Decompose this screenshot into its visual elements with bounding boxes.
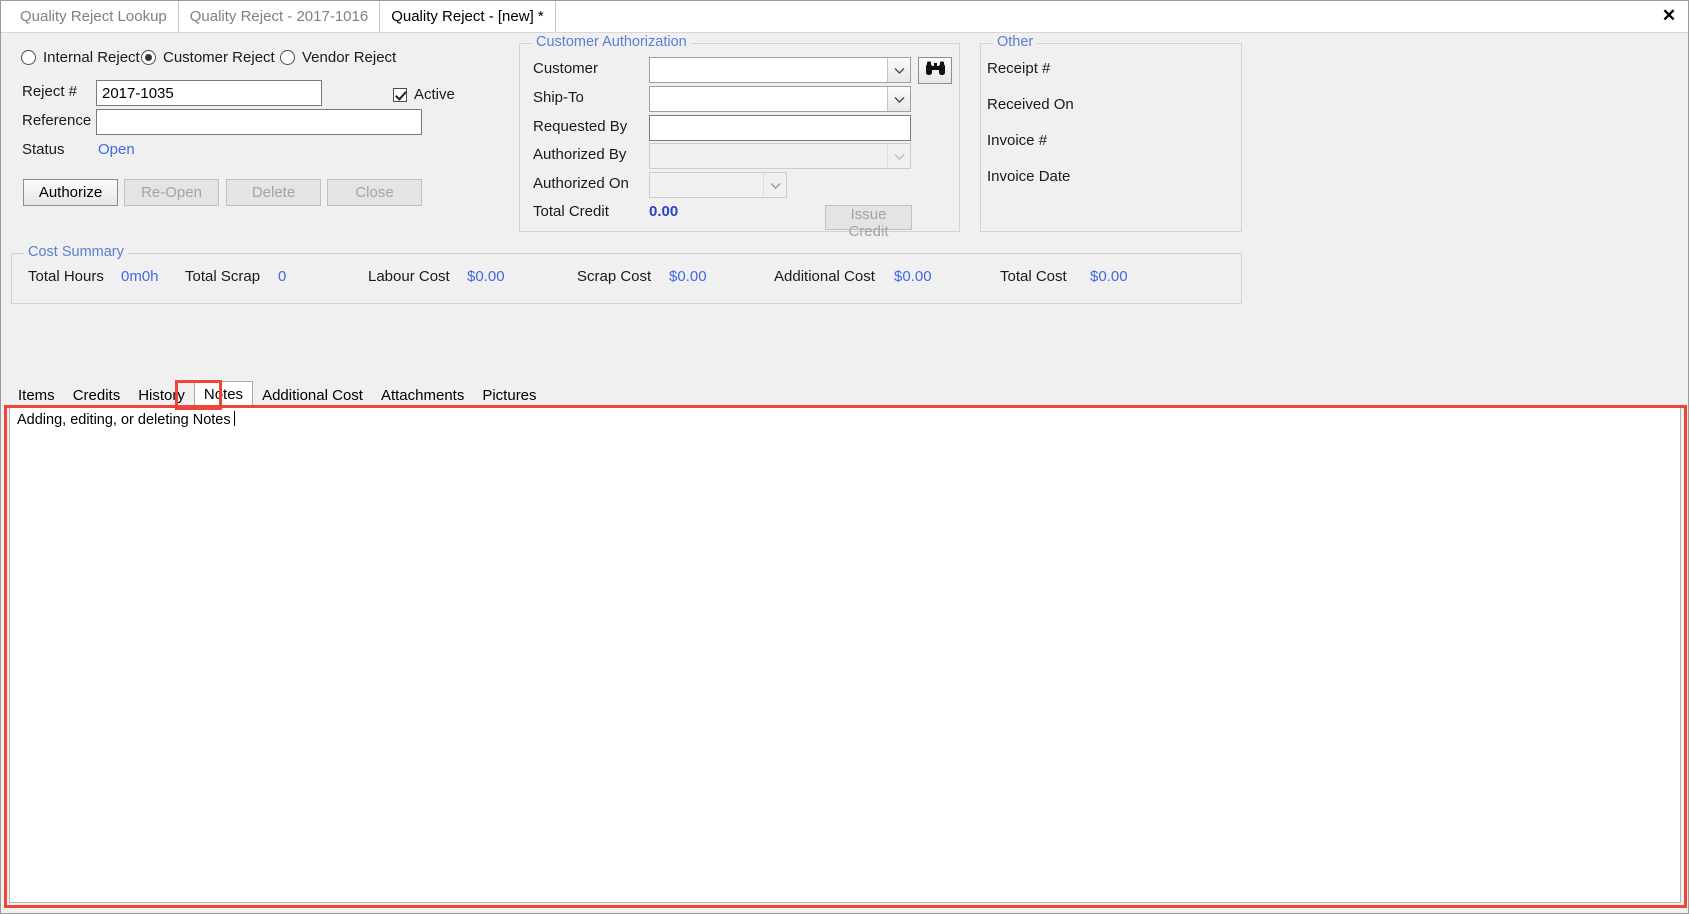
authorized-on-datepicker[interactable] bbox=[649, 172, 787, 198]
authorize-button[interactable]: Authorize bbox=[23, 179, 118, 206]
receipt-number-label: Receipt # bbox=[987, 60, 1051, 77]
received-on-label: Received On bbox=[987, 96, 1074, 113]
additional-cost-label: Additional Cost bbox=[774, 268, 875, 285]
radio-dot-icon bbox=[141, 50, 156, 65]
additional-cost-value: $0.00 bbox=[894, 268, 932, 285]
total-scrap-label: Total Scrap bbox=[185, 268, 261, 285]
invoice-number-label: Invoice # bbox=[987, 132, 1048, 149]
document-tab-bar: Quality Reject Lookup Quality Reject - 2… bbox=[1, 1, 1688, 33]
notes-text-value: Adding, editing, or deleting Notes bbox=[17, 412, 231, 428]
chevron-down-icon bbox=[887, 58, 910, 82]
labour-cost-label: Labour Cost bbox=[368, 268, 450, 285]
requested-by-label: Requested By bbox=[533, 118, 628, 135]
radio-label-vendor-reject: Vendor Reject bbox=[302, 49, 397, 66]
total-credit-label: Total Credit bbox=[533, 203, 609, 220]
document-tab-quality-reject-lookup[interactable]: Quality Reject Lookup bbox=[9, 1, 179, 32]
radio-internal-reject[interactable]: Internal Reject bbox=[21, 49, 140, 66]
ship-to-combobox[interactable] bbox=[649, 86, 911, 112]
document-tab-quality-reject-2017-1016[interactable]: Quality Reject - 2017-1016 bbox=[179, 1, 381, 32]
tab-credits[interactable]: Credits bbox=[64, 383, 130, 407]
tab-pictures[interactable]: Pictures bbox=[473, 383, 545, 407]
radio-dot-icon bbox=[280, 50, 295, 65]
authorized-by-combobox[interactable] bbox=[649, 143, 911, 169]
application-window: Quality Reject Lookup Quality Reject - 2… bbox=[0, 0, 1689, 914]
radio-customer-reject[interactable]: Customer Reject bbox=[141, 49, 275, 66]
chevron-down-icon bbox=[887, 144, 910, 168]
document-tab-quality-reject-new[interactable]: Quality Reject - [new] * bbox=[380, 1, 556, 32]
customer-combobox[interactable] bbox=[649, 57, 911, 83]
total-credit-value: 0.00 bbox=[649, 203, 679, 220]
customer-search-button[interactable] bbox=[918, 57, 952, 84]
total-cost-label: Total Cost bbox=[1000, 268, 1067, 285]
customer-label: Customer bbox=[533, 60, 599, 77]
radio-vendor-reject[interactable]: Vendor Reject bbox=[280, 49, 396, 66]
close-icon[interactable]: ✕ bbox=[1658, 5, 1680, 27]
radio-label-customer-reject: Customer Reject bbox=[163, 49, 275, 66]
detail-tab-control: Items Credits History Notes Additional C… bbox=[9, 381, 1681, 407]
scrap-cost-value: $0.00 bbox=[669, 268, 707, 285]
total-scrap-value: 0 bbox=[278, 268, 287, 285]
authorized-by-label: Authorized By bbox=[533, 146, 627, 163]
chevron-down-icon bbox=[763, 173, 786, 197]
authorized-on-label: Authorized On bbox=[533, 175, 629, 192]
delete-button[interactable]: Delete bbox=[226, 179, 321, 206]
scrap-cost-label: Scrap Cost bbox=[577, 268, 652, 285]
reopen-button[interactable]: Re-Open bbox=[124, 179, 219, 206]
status-label: Status bbox=[22, 141, 65, 158]
tab-items[interactable]: Items bbox=[9, 383, 64, 407]
document-tabs: Quality Reject Lookup Quality Reject - 2… bbox=[9, 1, 556, 32]
total-cost-value: $0.00 bbox=[1090, 268, 1128, 285]
active-checkbox[interactable]: Active bbox=[393, 86, 455, 103]
total-hours-value: 0m0h bbox=[121, 268, 159, 285]
status-value: Open bbox=[98, 141, 135, 158]
authorized-on-value bbox=[650, 173, 763, 197]
detail-tab-row: Items Credits History Notes Additional C… bbox=[9, 381, 1681, 407]
notes-editor-content[interactable]: Adding, editing, or deleting Notes bbox=[17, 411, 235, 428]
close-button[interactable]: Close bbox=[327, 179, 422, 206]
chevron-down-icon bbox=[887, 87, 910, 111]
radio-dot-icon bbox=[21, 50, 36, 65]
ship-to-combobox-value bbox=[650, 87, 887, 111]
authorized-by-combobox-value bbox=[650, 144, 887, 168]
active-checkbox-label: Active bbox=[414, 86, 455, 103]
checkbox-box-icon bbox=[393, 87, 407, 102]
reject-number-input[interactable] bbox=[96, 80, 322, 106]
text-caret bbox=[233, 411, 235, 426]
ship-to-label: Ship-To bbox=[533, 89, 584, 106]
tab-attachments[interactable]: Attachments bbox=[372, 383, 473, 407]
notes-tab-page[interactable]: Adding, editing, or deleting Notes bbox=[9, 405, 1681, 903]
customer-authorization-title: Customer Authorization bbox=[532, 34, 691, 50]
tab-additional-cost[interactable]: Additional Cost bbox=[253, 383, 372, 407]
tab-history[interactable]: History bbox=[129, 383, 194, 407]
binoculars-icon bbox=[925, 61, 946, 80]
issue-credit-button[interactable]: Issue Credit bbox=[825, 205, 912, 240]
customer-combobox-value bbox=[650, 58, 887, 82]
total-hours-label: Total Hours bbox=[28, 268, 104, 285]
other-group-title: Other bbox=[993, 34, 1038, 50]
cost-summary-title: Cost Summary bbox=[24, 244, 128, 260]
invoice-date-label: Invoice Date bbox=[987, 168, 1071, 185]
tab-notes[interactable]: Notes bbox=[193, 381, 254, 407]
reject-number-label: Reject # bbox=[22, 83, 78, 100]
radio-label-internal-reject: Internal Reject bbox=[43, 49, 140, 66]
reference-input[interactable] bbox=[96, 109, 422, 135]
labour-cost-value: $0.00 bbox=[467, 268, 505, 285]
requested-by-input[interactable] bbox=[649, 115, 911, 141]
reference-label: Reference bbox=[22, 112, 92, 129]
